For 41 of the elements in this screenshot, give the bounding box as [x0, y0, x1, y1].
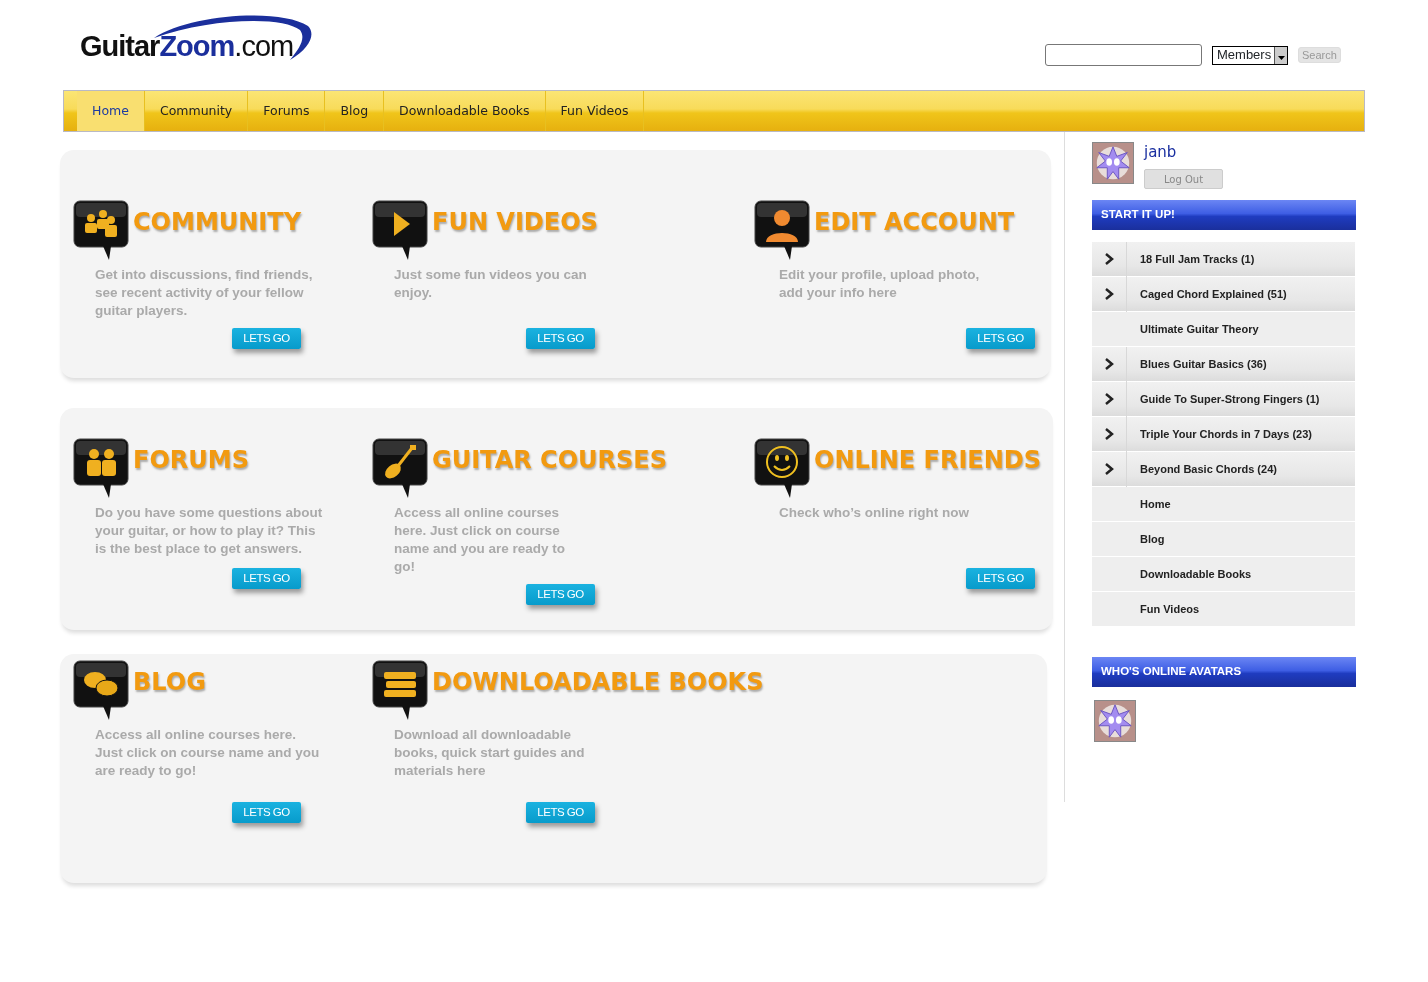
- sidebar-menu-item[interactable]: Caged Chord Explained (51): [1092, 277, 1355, 312]
- tile-description: Get into discussions, find friends, see recent activity of your fellow guitar players.: [95, 266, 314, 320]
- avatar-icon: [1092, 142, 1134, 184]
- sidebar-menu-item[interactable]: Home: [1092, 487, 1355, 522]
- sidebar-menu-item[interactable]: Guide To Super-Strong Fingers (1): [1092, 382, 1355, 417]
- tile-description: Do you have some questions about your guitar, or how to play it? This is the best place to get answers.: [95, 504, 324, 558]
- smiley-icon: [754, 438, 810, 500]
- person-icon: [754, 200, 810, 262]
- tile-description: Edit your profile, upload photo, add your info here: [779, 266, 981, 302]
- books-icon: [372, 660, 428, 722]
- tile-description: Just some fun videos you can enjoy.: [394, 266, 588, 302]
- sidebar-heading: START IT UP!: [1092, 200, 1356, 230]
- sidebar-menu-item[interactable]: Downloadable Books: [1092, 557, 1355, 592]
- sidebar-menu-item[interactable]: Blog: [1092, 522, 1355, 557]
- online-avatar-icon[interactable]: [1094, 700, 1136, 742]
- tile-description: Access all online courses here. Just click on course name and you are ready to go!: [95, 726, 321, 780]
- nav-tab[interactable]: Home: [77, 91, 145, 131]
- people-icon: [73, 200, 129, 262]
- nav-tab[interactable]: Forums: [248, 91, 326, 131]
- tile-description: Check who’s online right now: [779, 504, 970, 522]
- sidebar-menu-item[interactable]: Triple Your Chords in 7 Days (23): [1092, 417, 1355, 452]
- username-link[interactable]: janb: [1144, 142, 1223, 162]
- people-icon: [73, 438, 129, 500]
- nav-tab[interactable]: Downloadable Books: [384, 91, 546, 131]
- play-icon: [372, 200, 428, 262]
- nav-tab[interactable]: Fun Videos: [545, 91, 645, 131]
- guitar-icon: [372, 438, 428, 500]
- search-scope-select[interactable]: Members: [1212, 45, 1288, 65]
- sidebar-heading: WHO'S ONLINE AVATARS: [1092, 657, 1356, 687]
- sidebar-menu-item[interactable]: Beyond Basic Chords (24): [1092, 452, 1355, 487]
- tile-description: Download all downloadable books, quick start guides and materials here: [394, 726, 586, 780]
- site-logo[interactable]: GuitarZoom.com: [80, 32, 294, 61]
- sidebar-menu-item[interactable]: 18 Full Jam Tracks (1): [1092, 242, 1355, 277]
- sidebar-menu-item[interactable]: Ultimate Guitar Theory: [1092, 312, 1355, 347]
- tile-description: Access all online courses here. Just click on course name and you are ready to go!: [394, 504, 567, 576]
- nav-tab[interactable]: Community: [144, 91, 249, 131]
- nav-tab[interactable]: Blog: [325, 91, 385, 131]
- sidebar-menu-item[interactable]: Blues Guitar Basics (36): [1092, 347, 1355, 382]
- search-field[interactable]: [1045, 44, 1202, 66]
- sidebar-menu-item[interactable]: Fun Videos: [1092, 592, 1355, 627]
- speech-bubbles-icon: [73, 660, 129, 722]
